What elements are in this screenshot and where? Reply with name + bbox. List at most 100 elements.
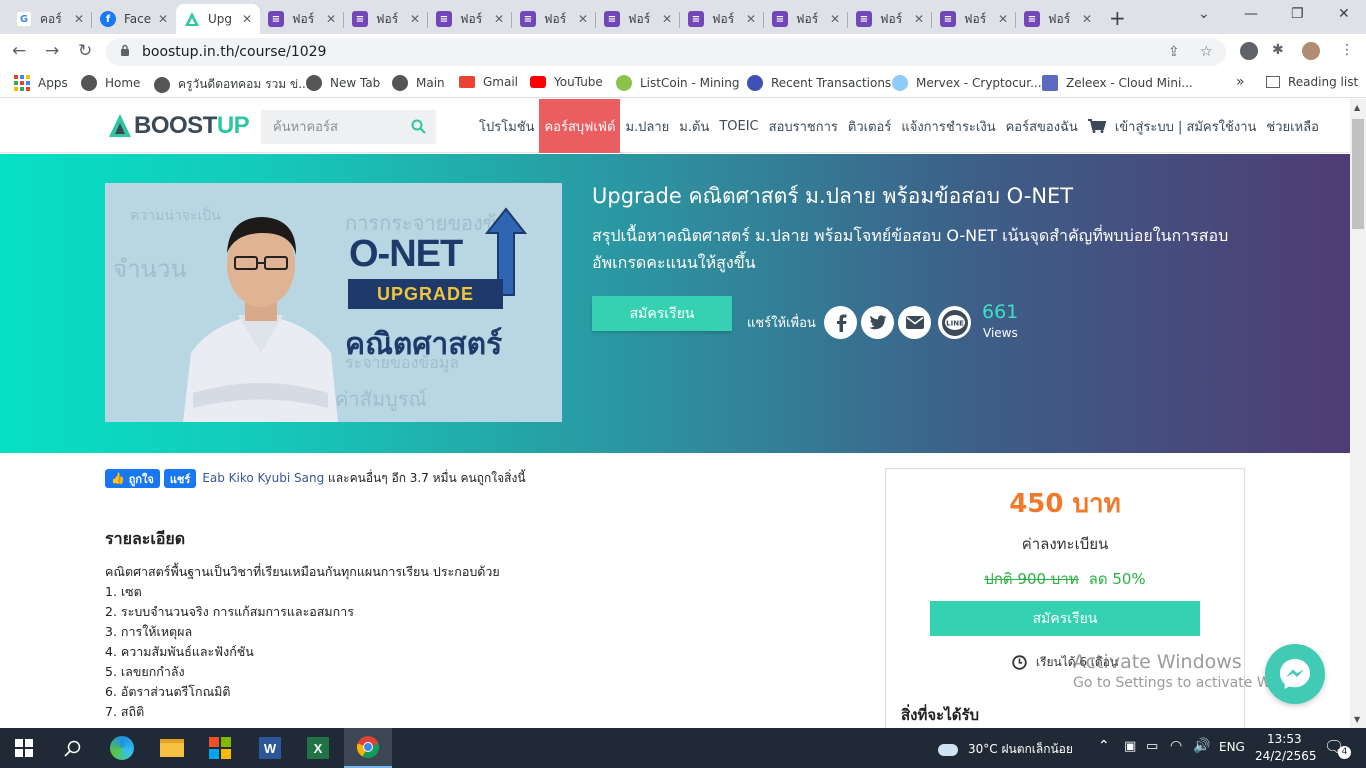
- taskbar-store[interactable]: [196, 728, 244, 768]
- clock-date[interactable]: 24/2/2565: [1255, 749, 1317, 763]
- scroll-up-arrow-icon[interactable]: ▲: [1354, 103, 1360, 112]
- menu-kebab-icon[interactable]: ⋮: [1340, 42, 1354, 58]
- menu-item-civil-service[interactable]: สอบราชการ: [764, 99, 843, 153]
- browser-tab[interactable]: ≡ ฟอร์ ✕: [764, 4, 848, 34]
- close-icon[interactable]: ✕: [494, 12, 504, 26]
- close-icon[interactable]: ✕: [998, 12, 1008, 26]
- close-icon[interactable]: ✕: [578, 12, 588, 26]
- input-language[interactable]: ENG: [1219, 740, 1245, 754]
- menu-item-tutor[interactable]: ติวเตอร์: [843, 99, 896, 153]
- forward-icon[interactable]: →: [45, 41, 59, 61]
- clock-time[interactable]: 13:53: [1267, 732, 1302, 746]
- volume-icon[interactable]: 🔊: [1193, 738, 1210, 754]
- bookmark-apps[interactable]: Apps: [14, 75, 68, 91]
- close-icon[interactable]: ✕: [830, 12, 840, 26]
- browser-tab[interactable]: ≡ ฟอร์ ✕: [260, 4, 344, 34]
- new-tab-button[interactable]: +: [1109, 6, 1126, 30]
- close-icon[interactable]: ✕: [746, 12, 756, 26]
- tab-search-icon[interactable]: ⌄: [1198, 6, 1210, 22]
- menu-item-buffet-course[interactable]: คอร์สบุฟเฟ่ต์: [539, 99, 621, 153]
- browser-tab[interactable]: ≡ ฟอร์ ✕: [596, 4, 680, 34]
- bookmark-recent-transactions[interactable]: Recent Transactions: [747, 75, 891, 91]
- scroll-down-arrow-icon[interactable]: ▼: [1354, 715, 1360, 724]
- browser-tab[interactable]: ≡ ฟอร์ ✕: [512, 4, 596, 34]
- help-link[interactable]: ช่วยเหลือ: [1261, 99, 1324, 153]
- bookmark-zeleex[interactable]: Zeleex - Cloud Mini...: [1042, 75, 1193, 91]
- windows-start-button[interactable]: [0, 728, 48, 768]
- close-icon[interactable]: ✕: [74, 12, 84, 26]
- line-share-icon[interactable]: LINE: [938, 306, 971, 339]
- browser-tab[interactable]: ≡ ฟอร์ ✕: [932, 4, 1016, 34]
- taskbar-chrome[interactable]: [344, 728, 392, 768]
- bookmark-youtube[interactable]: YouTube: [530, 75, 603, 89]
- minimize-button[interactable]: —: [1244, 6, 1258, 22]
- browser-tab[interactable]: ≡ ฟอร์ ✕: [344, 4, 428, 34]
- facebook-like-button[interactable]: 👍 ถูกใจ: [105, 469, 160, 488]
- twitter-share-icon[interactable]: [861, 306, 894, 339]
- page-scrollbar[interactable]: ▲ ▼: [1350, 99, 1366, 728]
- browser-tab[interactable]: f Face ✕: [92, 4, 176, 34]
- enroll-button-hero[interactable]: สมัครเรียน: [592, 296, 732, 331]
- more-bookmarks-icon[interactable]: »: [1236, 74, 1245, 90]
- cart-icon[interactable]: [1087, 119, 1106, 133]
- bookmark-new-tab[interactable]: New Tab: [306, 75, 380, 91]
- menu-item-high-school[interactable]: ม.ปลาย: [620, 99, 674, 153]
- search-icon[interactable]: [411, 119, 426, 134]
- menu-item-promotion[interactable]: โปรโมชัน: [474, 99, 539, 153]
- bookmark-gmail[interactable]: Gmail: [459, 75, 518, 89]
- taskbar-word[interactable]: W: [246, 728, 294, 768]
- menu-item-payment[interactable]: แจ้งการชำระเงิน: [896, 99, 1000, 153]
- browser-tab-active[interactable]: Upg ✕: [176, 4, 260, 34]
- close-window-button[interactable]: ✕: [1338, 6, 1350, 22]
- browser-tab[interactable]: ≡ ฟอร์ ✕: [848, 4, 932, 34]
- messenger-chat-button[interactable]: [1265, 644, 1325, 704]
- menu-item-middle-school[interactable]: ม.ต้น: [674, 99, 714, 153]
- facebook-friend-name[interactable]: Eab Kiko Kyubi Sang: [202, 471, 324, 485]
- email-share-icon[interactable]: [898, 306, 931, 339]
- browser-tab[interactable]: ≡ ฟอร์ ✕: [1016, 4, 1100, 34]
- meet-now-icon[interactable]: ▣: [1124, 739, 1136, 754]
- tray-overflow-icon[interactable]: ⌃: [1098, 738, 1110, 754]
- wifi-icon[interactable]: ◠: [1170, 738, 1182, 754]
- boostup-logo[interactable]: BOOSTUP: [108, 112, 250, 140]
- back-icon[interactable]: ←: [12, 41, 26, 61]
- browser-tab[interactable]: ≡ ฟอร์ ✕: [680, 4, 764, 34]
- close-icon[interactable]: ✕: [242, 12, 252, 26]
- close-icon[interactable]: ✕: [662, 12, 672, 26]
- bookmark-main[interactable]: Main: [392, 75, 445, 91]
- bookmark-listcoin[interactable]: ListCoin - Mining: [616, 75, 739, 91]
- menu-item-toeic[interactable]: TOEIC: [714, 99, 763, 153]
- facebook-share-button[interactable]: แชร์: [163, 469, 197, 488]
- maximize-button[interactable]: ❐: [1291, 6, 1304, 22]
- address-bar[interactable]: boostup.in.th/course/1029 ⇪ ☆: [106, 38, 1226, 66]
- battery-icon[interactable]: ▭: [1146, 739, 1158, 754]
- bookmark-mervex[interactable]: Mervex - Cryptocur...: [892, 75, 1042, 91]
- enroll-button-card[interactable]: สมัครเรียน: [930, 601, 1200, 636]
- taskbar-search-button[interactable]: [48, 728, 96, 768]
- bookmark-home[interactable]: Home: [81, 75, 140, 91]
- reload-icon[interactable]: ↻: [78, 41, 92, 61]
- facebook-share-icon[interactable]: [824, 306, 857, 339]
- bookmark-star-icon[interactable]: ☆: [1200, 44, 1213, 60]
- share-icon[interactable]: ⇪: [1168, 44, 1180, 60]
- bookmark-kruwandee[interactable]: ครูวันดีดอทคอม รวม ข่...: [154, 75, 310, 94]
- close-icon[interactable]: ✕: [1082, 12, 1092, 26]
- close-icon[interactable]: ✕: [914, 12, 924, 26]
- close-icon[interactable]: ✕: [158, 12, 168, 26]
- url-text[interactable]: boostup.in.th/course/1029: [142, 44, 326, 60]
- taskbar-edge[interactable]: [98, 728, 146, 768]
- profile-avatar[interactable]: [1302, 42, 1320, 60]
- scrollbar-thumb[interactable]: [1352, 119, 1364, 229]
- close-icon[interactable]: ✕: [410, 12, 420, 26]
- reading-list-button[interactable]: Reading list: [1266, 75, 1358, 89]
- course-search-input[interactable]: [261, 110, 401, 144]
- taskbar-file-explorer[interactable]: [148, 728, 196, 768]
- pinterest-extension-icon[interactable]: [1240, 42, 1258, 60]
- close-icon[interactable]: ✕: [326, 12, 336, 26]
- taskbar-excel[interactable]: X: [294, 728, 342, 768]
- browser-tab[interactable]: G คอร์ ✕: [8, 4, 92, 34]
- login-register-link[interactable]: เข้าสู่ระบบ | สมัครใช้งาน: [1110, 99, 1262, 153]
- weather-widget[interactable]: 30°C ฝนตกเล็กน้อย: [938, 740, 1073, 759]
- browser-tab[interactable]: ≡ ฟอร์ ✕: [428, 4, 512, 34]
- extensions-puzzle-icon[interactable]: ✱: [1272, 42, 1284, 58]
